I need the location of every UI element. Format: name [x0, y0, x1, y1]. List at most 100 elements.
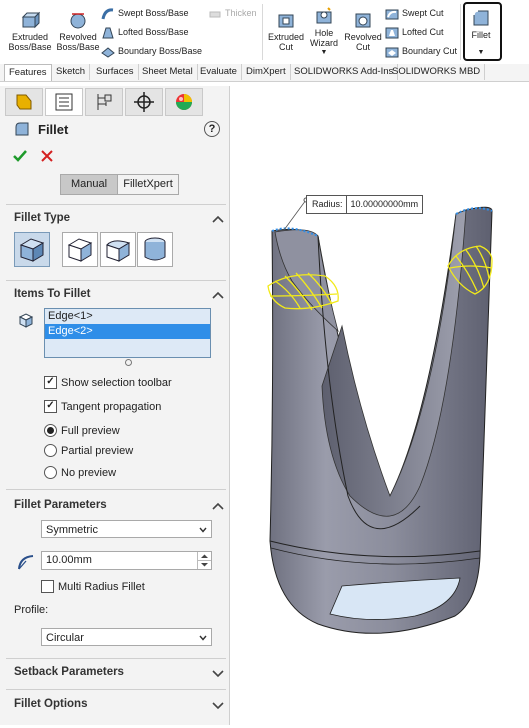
checkbox-checked-icon: ✓ [44, 375, 57, 389]
multi-radius-fillet-label: Multi Radius Fillet [58, 581, 145, 593]
revolved-boss-button[interactable]: Revolved Boss/Base [56, 10, 100, 52]
boundary-boss-button[interactable]: Boundary Boss/Base [101, 43, 202, 59]
boundary-boss-label: Boundary Boss/Base [118, 46, 203, 56]
fillet-feature-icon [15, 122, 29, 136]
property-manager-tab[interactable] [45, 88, 83, 116]
radius-callout[interactable]: Radius: 10.00000000mm [306, 195, 424, 214]
help-icon[interactable]: ? [204, 121, 220, 137]
thicken-button[interactable]: Thicken [208, 5, 257, 21]
no-preview-radio[interactable]: No preview [44, 465, 116, 481]
tab-features[interactable]: Features [4, 64, 52, 81]
collapse-chevron-icon[interactable] [211, 290, 225, 300]
profile-dropdown[interactable]: Circular [41, 628, 212, 646]
lofted-cut-button[interactable]: Lofted Cut [385, 24, 444, 40]
extruded-cut-button[interactable]: Extruded Cut [266, 10, 306, 52]
variable-size-fillet-button[interactable] [62, 232, 98, 267]
display-manager-tab[interactable] [165, 88, 203, 116]
filletxpert-mode-button[interactable]: FilletXpert [117, 174, 179, 195]
tab-sketch[interactable]: Sketch [52, 64, 91, 80]
fillet-type-title: Fillet Type [14, 212, 71, 224]
property-manager-title: Fillet [38, 122, 69, 137]
items-to-fillet-title: Items To Fillet [14, 288, 91, 300]
tab-surfaces[interactable]: Surfaces [92, 64, 139, 80]
radius-value: 10.00mm [46, 554, 92, 566]
swept-boss-button[interactable]: Swept Boss/Base [101, 5, 189, 21]
setback-parameters-title[interactable]: Setback Parameters [14, 666, 124, 678]
tangent-propagation-checkbox[interactable]: ✓ Tangent propagation [44, 399, 161, 415]
swept-cut-button[interactable]: Swept Cut [385, 5, 444, 21]
property-manager-icon [55, 93, 73, 111]
boundary-cut-icon [385, 47, 399, 58]
divider [6, 658, 226, 659]
checkbox-checked-icon: ✓ [44, 399, 57, 413]
tab-evaluate[interactable]: Evaluate [196, 64, 242, 80]
extruded-boss-icon [21, 11, 40, 29]
cancel-x-icon[interactable] [40, 149, 54, 163]
items-selection-list[interactable]: Edge<1> Edge<2> [44, 308, 211, 358]
ribbon-separator [460, 4, 461, 60]
multi-radius-fillet-checkbox[interactable]: Multi Radius Fillet [41, 579, 145, 595]
hole-wizard-label: Hole Wizard [309, 28, 338, 48]
expand-chevron-icon[interactable] [211, 668, 225, 678]
configuration-manager-icon [97, 94, 112, 110]
radio-icon [44, 465, 57, 479]
feature-tree-tab[interactable] [5, 88, 43, 116]
hole-wizard-button[interactable]: Hole Wizard ▼ [306, 6, 342, 58]
divider [6, 689, 226, 690]
extruded-cut-icon [278, 14, 294, 28]
list-item[interactable]: Edge<1> [45, 309, 210, 324]
radius-icon [18, 555, 34, 570]
variable-fillet-icon [67, 238, 93, 262]
chevron-down-icon [199, 527, 207, 533]
tab-solidworks-addins[interactable]: SOLIDWORKS Add-Ins [290, 64, 399, 80]
graphics-area[interactable] [230, 86, 529, 725]
boundary-cut-button[interactable]: Boundary Cut [385, 43, 457, 59]
list-resize-handle[interactable] [125, 359, 132, 366]
callout-value-input[interactable]: 10.00000000mm [347, 196, 423, 213]
radius-spinner[interactable] [197, 552, 211, 569]
panel-tabs [5, 88, 205, 116]
divider [6, 489, 226, 490]
boundary-boss-icon [101, 46, 115, 58]
lofted-boss-icon [102, 27, 114, 39]
revolved-cut-label: Revolved Cut [344, 32, 382, 52]
thicken-label: Thicken [225, 8, 257, 18]
divider [6, 280, 226, 281]
thicken-icon [209, 11, 221, 18]
radius-input[interactable]: 10.00mm [41, 551, 212, 570]
show-selection-toolbar-checkbox[interactable]: ✓ Show selection toolbar [44, 375, 172, 391]
profile-value: Circular [46, 632, 84, 644]
revolved-cut-button[interactable]: Revolved Cut [343, 10, 383, 52]
ok-checkmark-icon[interactable] [12, 149, 28, 163]
symmetric-dropdown[interactable]: Symmetric [41, 520, 212, 538]
extruded-cut-label: Extruded Cut [267, 32, 305, 52]
full-round-fillet-button[interactable] [137, 232, 173, 267]
configuration-manager-tab[interactable] [85, 88, 123, 116]
list-item[interactable]: Edge<2> [45, 324, 210, 339]
lofted-boss-button[interactable]: Lofted Boss/Base [101, 24, 189, 40]
collapse-chevron-icon[interactable] [211, 214, 225, 224]
tab-dimxpert[interactable]: DimXpert [242, 64, 291, 80]
tab-solidworks-mbd[interactable]: SOLIDWORKS MBD [388, 64, 486, 80]
collapse-chevron-icon[interactable] [211, 501, 225, 511]
full-round-fillet-icon [144, 237, 166, 261]
radio-icon [44, 443, 57, 457]
tangent-propagation-label: Tangent propagation [61, 401, 162, 413]
constant-size-fillet-button[interactable] [14, 232, 50, 267]
face-fillet-icon [106, 240, 131, 262]
no-preview-label: No preview [61, 467, 117, 479]
extruded-boss-button[interactable]: Extruded Boss/Base [6, 10, 54, 52]
full-preview-radio[interactable]: Full preview [44, 423, 120, 439]
tab-sheet-metal[interactable]: Sheet Metal [138, 64, 198, 80]
ribbon-separator [262, 4, 263, 60]
expand-chevron-icon[interactable] [211, 700, 225, 710]
revolved-boss-label: Revolved Boss/Base [56, 32, 100, 52]
symmetric-value: Symmetric [46, 524, 98, 536]
dimxpert-manager-tab[interactable] [125, 88, 163, 116]
fillet-options-title[interactable]: Fillet Options [14, 698, 87, 710]
face-fillet-button[interactable] [100, 232, 136, 267]
partial-preview-radio[interactable]: Partial preview [44, 443, 133, 459]
hole-wizard-dropdown-icon[interactable]: ▼ [306, 48, 342, 58]
manual-mode-button[interactable]: Manual [60, 174, 118, 195]
fillet-parameters-title: Fillet Parameters [14, 499, 107, 511]
